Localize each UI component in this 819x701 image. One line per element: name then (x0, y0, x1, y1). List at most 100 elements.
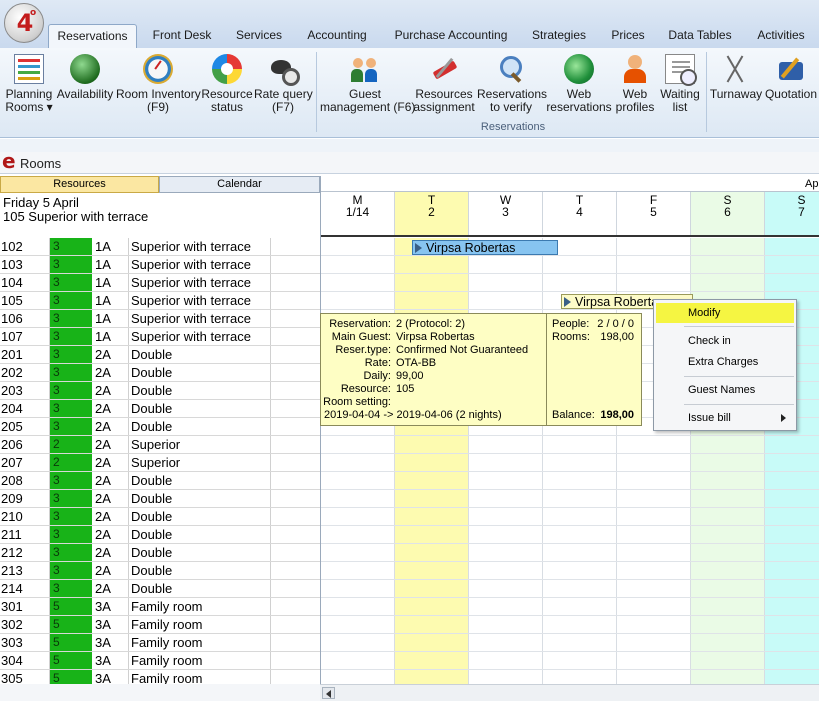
person-icon (620, 54, 650, 84)
room-row[interactable]: 104 3 1A Superior with terrace (0, 274, 320, 292)
room-capacity: 3 (50, 364, 92, 381)
waiting-list-button[interactable]: Waiting list (658, 52, 702, 114)
day-column[interactable] (395, 238, 469, 684)
rate-query-button[interactable]: Rate query (F7) (254, 52, 313, 114)
room-row[interactable]: 214 3 2A Double (0, 580, 320, 598)
room-row[interactable]: 204 3 2A Double (0, 400, 320, 418)
room-row[interactable]: 207 2 2A Superior (0, 454, 320, 472)
tab-strategies[interactable]: Strategies (524, 24, 594, 48)
room-row[interactable]: 209 3 2A Double (0, 490, 320, 508)
tab-calendar[interactable]: Calendar (159, 176, 320, 193)
reservation-bar[interactable]: Virpsa Robertas (412, 240, 558, 255)
room-row[interactable]: 303 5 3A Family room (0, 634, 320, 652)
tab-activities[interactable]: Activities (748, 24, 814, 48)
resource-status-button[interactable]: Resource status (201, 52, 253, 114)
availability-button[interactable]: Availability (56, 52, 114, 101)
tab-data-tables[interactable]: Data Tables (662, 24, 738, 48)
grid-line (321, 273, 819, 274)
room-row[interactable]: 212 3 2A Double (0, 544, 320, 562)
room-description: Family room (129, 598, 271, 615)
menu-item-issue-bill[interactable]: Issue bill (656, 408, 794, 428)
day-column[interactable] (321, 238, 395, 684)
room-description: Double (129, 526, 271, 543)
day-date: 2 (428, 205, 435, 219)
room-description: Double (129, 418, 271, 435)
web-reservations-button[interactable]: Web reservations (546, 52, 612, 114)
tab-accounting[interactable]: Accounting (298, 24, 376, 48)
reservations-to-verify-button[interactable]: Reservations to verify (477, 52, 547, 114)
room-row[interactable]: 301 5 3A Family room (0, 598, 320, 616)
room-row[interactable]: 201 3 2A Double (0, 346, 320, 364)
room-number: 105 (0, 292, 50, 309)
tab-purchase-accounting[interactable]: Purchase Accounting (386, 24, 516, 48)
room-capacity: 2 (50, 436, 92, 453)
room-row[interactable]: 302 5 3A Family room (0, 616, 320, 634)
room-row[interactable]: 206 2 2A Superior (0, 436, 320, 454)
room-row[interactable]: 202 3 2A Double (0, 364, 320, 382)
room-number: 212 (0, 544, 50, 561)
grid-line (321, 597, 819, 598)
planning-rooms-button[interactable]: Planning Rooms ▾ (2, 52, 56, 114)
tab-resources[interactable]: Resources (0, 176, 159, 193)
menu-item-extra-charges[interactable]: Extra Charges (656, 352, 794, 372)
scroll-left-arrow-icon[interactable] (322, 687, 335, 699)
room-type-code: 1A (92, 274, 129, 291)
room-description: Double (129, 382, 271, 399)
horizontal-scrollbar[interactable] (320, 684, 819, 701)
grid-line (321, 507, 819, 508)
room-inventory-button[interactable]: Room Inventory (F9) (116, 52, 201, 114)
tooltip-balance: Balance: 198,00 (552, 409, 634, 421)
tooltip-row: Room setting: (321, 396, 547, 409)
reservation-tooltip: Reservation: 2 (Protocol: 2) Main Guest: Vi… (320, 313, 642, 426)
room-type-code: 2A (92, 490, 129, 507)
room-row[interactable]: 304 5 3A Family room (0, 652, 320, 670)
room-type-code: 2A (92, 454, 129, 471)
room-description: Double (129, 346, 271, 363)
room-row[interactable]: 105 3 1A Superior with terrace (0, 292, 320, 310)
tooltip-key: Reser.type: (335, 344, 391, 356)
room-row[interactable]: 213 3 2A Double (0, 562, 320, 580)
web-profiles-button[interactable]: Web profiles (613, 52, 657, 114)
room-row[interactable]: 107 3 1A Superior with terrace (0, 328, 320, 346)
turnaway-button[interactable]: Turnaway (709, 52, 763, 101)
room-row[interactable]: 103 3 1A Superior with terrace (0, 256, 320, 274)
day-header-fill (469, 219, 543, 235)
room-row[interactable]: 106 3 1A Superior with terrace (0, 310, 320, 328)
room-row[interactable]: 210 3 2A Double (0, 508, 320, 526)
tab-services[interactable]: Services (228, 24, 290, 48)
day-column[interactable] (469, 238, 543, 684)
room-row[interactable]: 102 3 1A Superior with terrace (0, 238, 320, 256)
room-row[interactable]: 211 3 2A Double (0, 526, 320, 544)
room-row[interactable]: 208 3 2A Double (0, 472, 320, 490)
tooltip-value: Confirmed Not Guaranteed (396, 344, 529, 356)
grid-line (321, 291, 819, 292)
app-logo-icon[interactable]: 4o (4, 3, 44, 43)
room-row[interactable]: 305 5 3A Family room (0, 670, 320, 684)
room-number: 304 (0, 652, 50, 669)
room-type-code: 2A (92, 436, 129, 453)
clock-list-icon (665, 54, 697, 86)
submenu-arrow-icon (781, 414, 786, 422)
header-divider (321, 235, 819, 237)
room-row[interactable]: 203 3 2A Double (0, 382, 320, 400)
tab-front-desk[interactable]: Front Desk (144, 24, 220, 48)
menu-item-modify[interactable]: Modify (656, 303, 794, 323)
room-description: Double (129, 400, 271, 417)
tooltip-value: 105 (396, 383, 415, 395)
room-row[interactable]: 205 3 2A Double (0, 418, 320, 436)
quotation-button[interactable]: Quotation (764, 52, 818, 101)
room-description: Superior with terrace (129, 238, 271, 255)
resources-assignment-button[interactable]: Resources assignment (412, 52, 476, 114)
tooltip-row: Rate: OTA-BB (321, 357, 547, 370)
tooltip-key: Rate: (364, 357, 391, 369)
tooltip-value: 2 (Protocol: 2) (396, 318, 466, 330)
guest-management-button[interactable]: Guest management (F6) (320, 52, 415, 114)
tab-prices[interactable]: Prices (604, 24, 652, 48)
room-capacity: 5 (50, 670, 92, 684)
tab-reservations[interactable]: Reservations (48, 24, 137, 48)
grid-line (321, 669, 819, 670)
day-date: 4 (576, 205, 583, 219)
day-date: 3 (502, 205, 509, 219)
menu-item-check-in[interactable]: Check in (656, 331, 794, 351)
menu-item-guest-names[interactable]: Guest Names (656, 380, 794, 400)
